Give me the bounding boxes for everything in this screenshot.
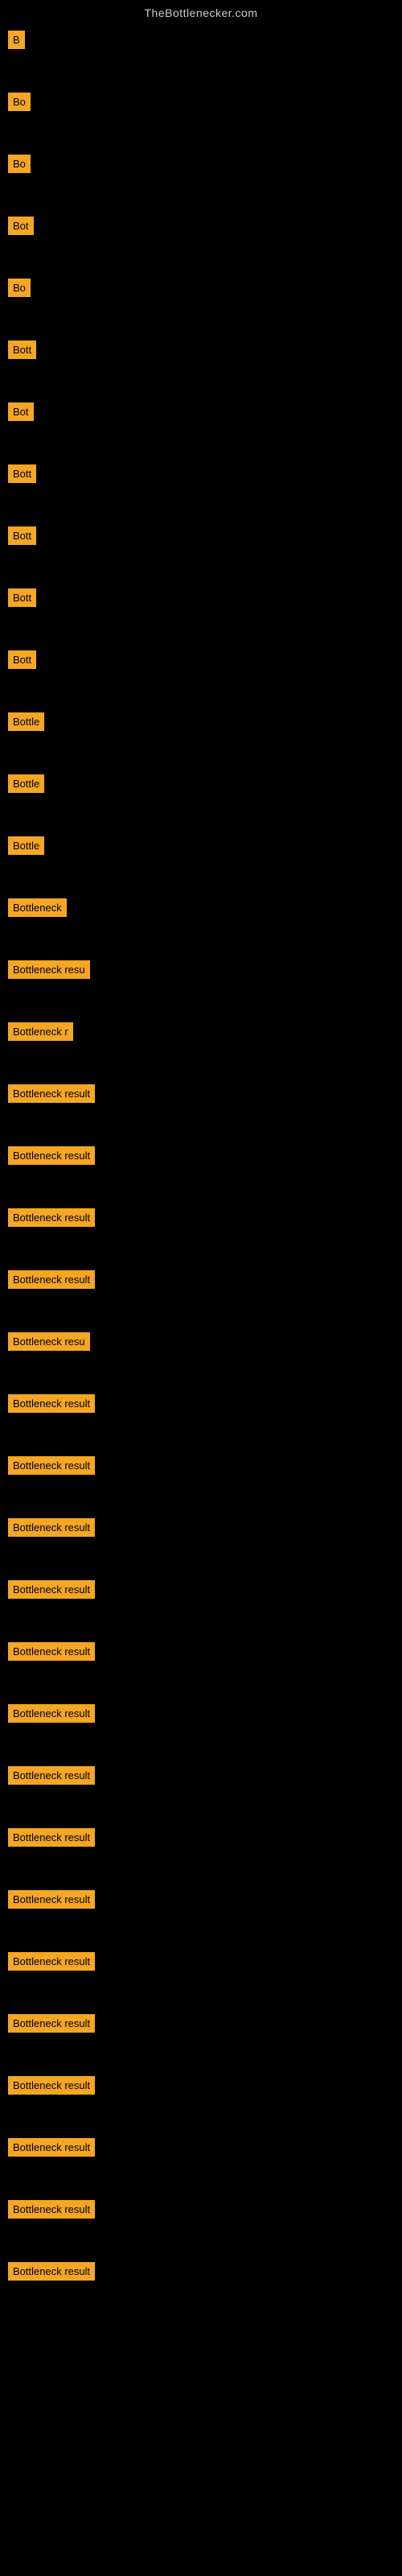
list-item: Bot <box>8 402 402 421</box>
bottleneck-label: B <box>8 31 25 49</box>
list-item: Bott <box>8 526 402 545</box>
list-item: Bottleneck result <box>8 2262 402 2281</box>
bottleneck-label: Bottleneck result <box>8 2076 95 2095</box>
items-container: B Bo Bo Bot Bo Bott Bot Bott Bott Bott Bott Bottle B… <box>0 23 402 2332</box>
bottleneck-label: Bott <box>8 588 36 607</box>
list-item: Bottleneck <box>8 898 402 917</box>
bottleneck-label: Bottleneck result <box>8 1208 95 1227</box>
bottleneck-label: Bo <box>8 155 31 173</box>
bottleneck-label: Bo <box>8 279 31 297</box>
list-item: Bottleneck result <box>8 2200 402 2219</box>
bottleneck-label: Bottle <box>8 712 44 731</box>
bottleneck-label: Bottleneck result <box>8 2138 95 2157</box>
list-item: Bo <box>8 279 402 297</box>
bottleneck-label: Bottleneck result <box>8 1828 95 1847</box>
list-item: Bottle <box>8 836 402 855</box>
bottleneck-label: Bottleneck r <box>8 1022 73 1041</box>
list-item: Bottleneck result <box>8 1580 402 1599</box>
list-item: Bottleneck result <box>8 1208 402 1227</box>
list-item: Bottleneck result <box>8 1394 402 1413</box>
bottleneck-label: Bott <box>8 341 36 359</box>
list-item: Bott <box>8 464 402 483</box>
list-item: Bot <box>8 217 402 235</box>
list-item: Bottleneck result <box>8 1828 402 1847</box>
list-item: Bottle <box>8 712 402 731</box>
bottleneck-label: Bot <box>8 402 34 421</box>
bottleneck-label: Bottleneck result <box>8 1456 95 1475</box>
list-item: Bott <box>8 650 402 669</box>
bottleneck-label: Bottleneck <box>8 898 67 917</box>
bottleneck-label: Bottleneck result <box>8 1952 95 1971</box>
bottleneck-label: Bottle <box>8 836 44 855</box>
bottleneck-label: Bottleneck result <box>8 1084 95 1103</box>
list-item: Bo <box>8 93 402 111</box>
bottleneck-label: Bottleneck resu <box>8 960 90 979</box>
bottleneck-label: Bottleneck resu <box>8 1332 90 1351</box>
list-item: Bottleneck result <box>8 2014 402 2033</box>
list-item: Bottleneck resu <box>8 1332 402 1351</box>
bottleneck-label: Bottle <box>8 774 44 793</box>
site-title: TheBottlenecker.com <box>0 0 402 23</box>
list-item: Bottleneck result <box>8 1952 402 1971</box>
list-item: Bottleneck result <box>8 1766 402 1785</box>
list-item: Bottleneck resu <box>8 960 402 979</box>
list-item: Bottleneck result <box>8 1270 402 1289</box>
list-item: Bottleneck result <box>8 1642 402 1661</box>
bottleneck-label: Bo <box>8 93 31 111</box>
bottleneck-label: Bottleneck result <box>8 1642 95 1661</box>
list-item: Bottle <box>8 774 402 793</box>
bottleneck-label: Bott <box>8 650 36 669</box>
list-item: Bottleneck r <box>8 1022 402 1041</box>
bottleneck-label: Bottleneck result <box>8 1580 95 1599</box>
bottleneck-label: Bottleneck result <box>8 1704 95 1723</box>
bottleneck-label: Bottleneck result <box>8 2014 95 2033</box>
list-item: Bottleneck result <box>8 1146 402 1165</box>
bottleneck-label: Bottleneck result <box>8 1394 95 1413</box>
bottleneck-label: Bottleneck result <box>8 1270 95 1289</box>
bottleneck-label: Bott <box>8 464 36 483</box>
list-item: Bott <box>8 341 402 359</box>
list-item: Bott <box>8 588 402 607</box>
list-item: Bottleneck result <box>8 1890 402 1909</box>
list-item: Bottleneck result <box>8 1084 402 1103</box>
list-item: Bottleneck result <box>8 1456 402 1475</box>
bottleneck-label: Bottleneck result <box>8 1518 95 1537</box>
list-item: Bottleneck result <box>8 2138 402 2157</box>
list-item: Bottleneck result <box>8 2076 402 2095</box>
list-item: Bottleneck result <box>8 1704 402 1723</box>
bottleneck-label: Bot <box>8 217 34 235</box>
bottleneck-label: Bottleneck result <box>8 1890 95 1909</box>
bottleneck-label: Bottleneck result <box>8 1766 95 1785</box>
list-item: Bottleneck result <box>8 1518 402 1537</box>
bottleneck-label: Bottleneck result <box>8 2200 95 2219</box>
bottleneck-label: Bottleneck result <box>8 1146 95 1165</box>
list-item: B <box>8 31 402 49</box>
list-item: Bo <box>8 155 402 173</box>
bottleneck-label: Bottleneck result <box>8 2262 95 2281</box>
bottleneck-label: Bott <box>8 526 36 545</box>
